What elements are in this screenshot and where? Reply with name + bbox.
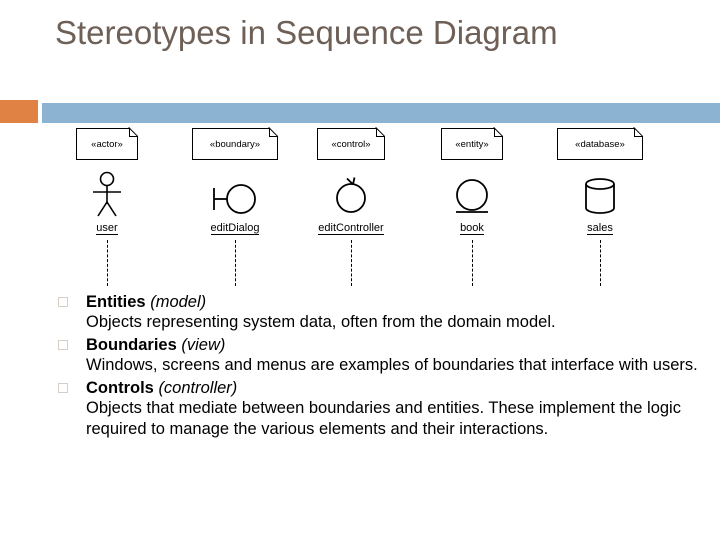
bullet-description: Objects that mediate between boundaries … (86, 399, 681, 438)
stereotype-column-boundary: «boundary» editDialog (165, 126, 305, 290)
stereotype-note-database: «database» (557, 128, 643, 160)
sequence-diagram-stereotypes: «actor» user «boundary» editDialog «cont… (0, 126, 720, 290)
stereotype-column-database: «database» sales (530, 126, 670, 290)
stereotype-label: «boundary» (209, 138, 261, 150)
lifeline-instance-name: user (96, 222, 118, 235)
stereotype-column-control: «control» editController (286, 126, 416, 290)
note-fold-corner-icon (494, 128, 503, 137)
entity-circle-line-icon (456, 179, 488, 213)
note-fold-corner-icon (634, 128, 643, 137)
bullet-heading: Entities (model) (86, 292, 706, 312)
bullet-square-icon (58, 340, 68, 350)
bullet-term: Boundaries (86, 336, 177, 354)
lifeline-dashed (235, 240, 236, 286)
note-fold-corner-icon (129, 128, 138, 137)
accent-bar-orange (0, 100, 38, 123)
stereotype-label: «control» (331, 138, 371, 150)
bullet-term: Entities (86, 293, 146, 311)
stereotype-column-entity: «entity» book (412, 126, 532, 290)
bullet-parenthetical: (view) (181, 336, 226, 354)
accent-bar-blue (42, 103, 720, 123)
lifeline-dashed (472, 240, 473, 286)
icon-container (286, 171, 416, 223)
list-item: Controls (controller) Objects that media… (58, 378, 706, 440)
bullet-square-icon (58, 297, 68, 307)
icon-container (530, 171, 670, 223)
stereotype-note-control: «control» (317, 128, 385, 160)
lifeline-dashed (351, 240, 352, 286)
stereotype-column-actor: «actor» user (47, 126, 167, 290)
lifeline-instance-name: editDialog (210, 222, 260, 235)
database-cylinder-icon (585, 178, 615, 214)
stereotype-note-entity: «entity» (441, 128, 503, 160)
icon-container (165, 171, 305, 223)
actor-stick-figure-icon (93, 171, 121, 217)
stereotype-label: «entity» (455, 138, 489, 150)
bullet-square-icon (58, 383, 68, 393)
icon-container (47, 171, 167, 223)
icon-container (412, 171, 532, 223)
lifeline-dashed (107, 240, 108, 286)
list-item: Entities (model) Objects representing sy… (58, 292, 706, 333)
stereotype-note-actor: «actor» (76, 128, 138, 160)
bullet-parenthetical: (model) (150, 293, 207, 311)
list-item: Boundaries (view) Windows, screens and m… (58, 335, 706, 376)
bullet-description: Objects representing system data, often … (86, 313, 556, 331)
control-circle-arrow-icon (336, 177, 366, 213)
lifeline-dashed (600, 240, 601, 286)
stereotype-label: «actor» (91, 138, 123, 150)
stereotype-note-boundary: «boundary» (192, 128, 278, 160)
bullet-heading: Boundaries (view) (86, 335, 706, 355)
bullet-list: Entities (model) Objects representing sy… (58, 292, 706, 442)
lifeline-instance-name: book (460, 222, 484, 235)
bullet-description: Windows, screens and menus are examples … (86, 356, 698, 374)
lifeline-instance-name: sales (587, 222, 613, 235)
boundary-circle-bar-icon (213, 184, 256, 214)
lifeline-instance-name: editController (318, 222, 384, 235)
stereotype-label: «database» (575, 138, 625, 150)
note-fold-corner-icon (269, 128, 278, 137)
bullet-term: Controls (86, 379, 154, 397)
bullet-parenthetical: (controller) (158, 379, 238, 397)
note-fold-corner-icon (376, 128, 385, 137)
page-title: Stereotypes in Sequence Diagram (55, 14, 558, 51)
bullet-heading: Controls (controller) (86, 378, 706, 398)
